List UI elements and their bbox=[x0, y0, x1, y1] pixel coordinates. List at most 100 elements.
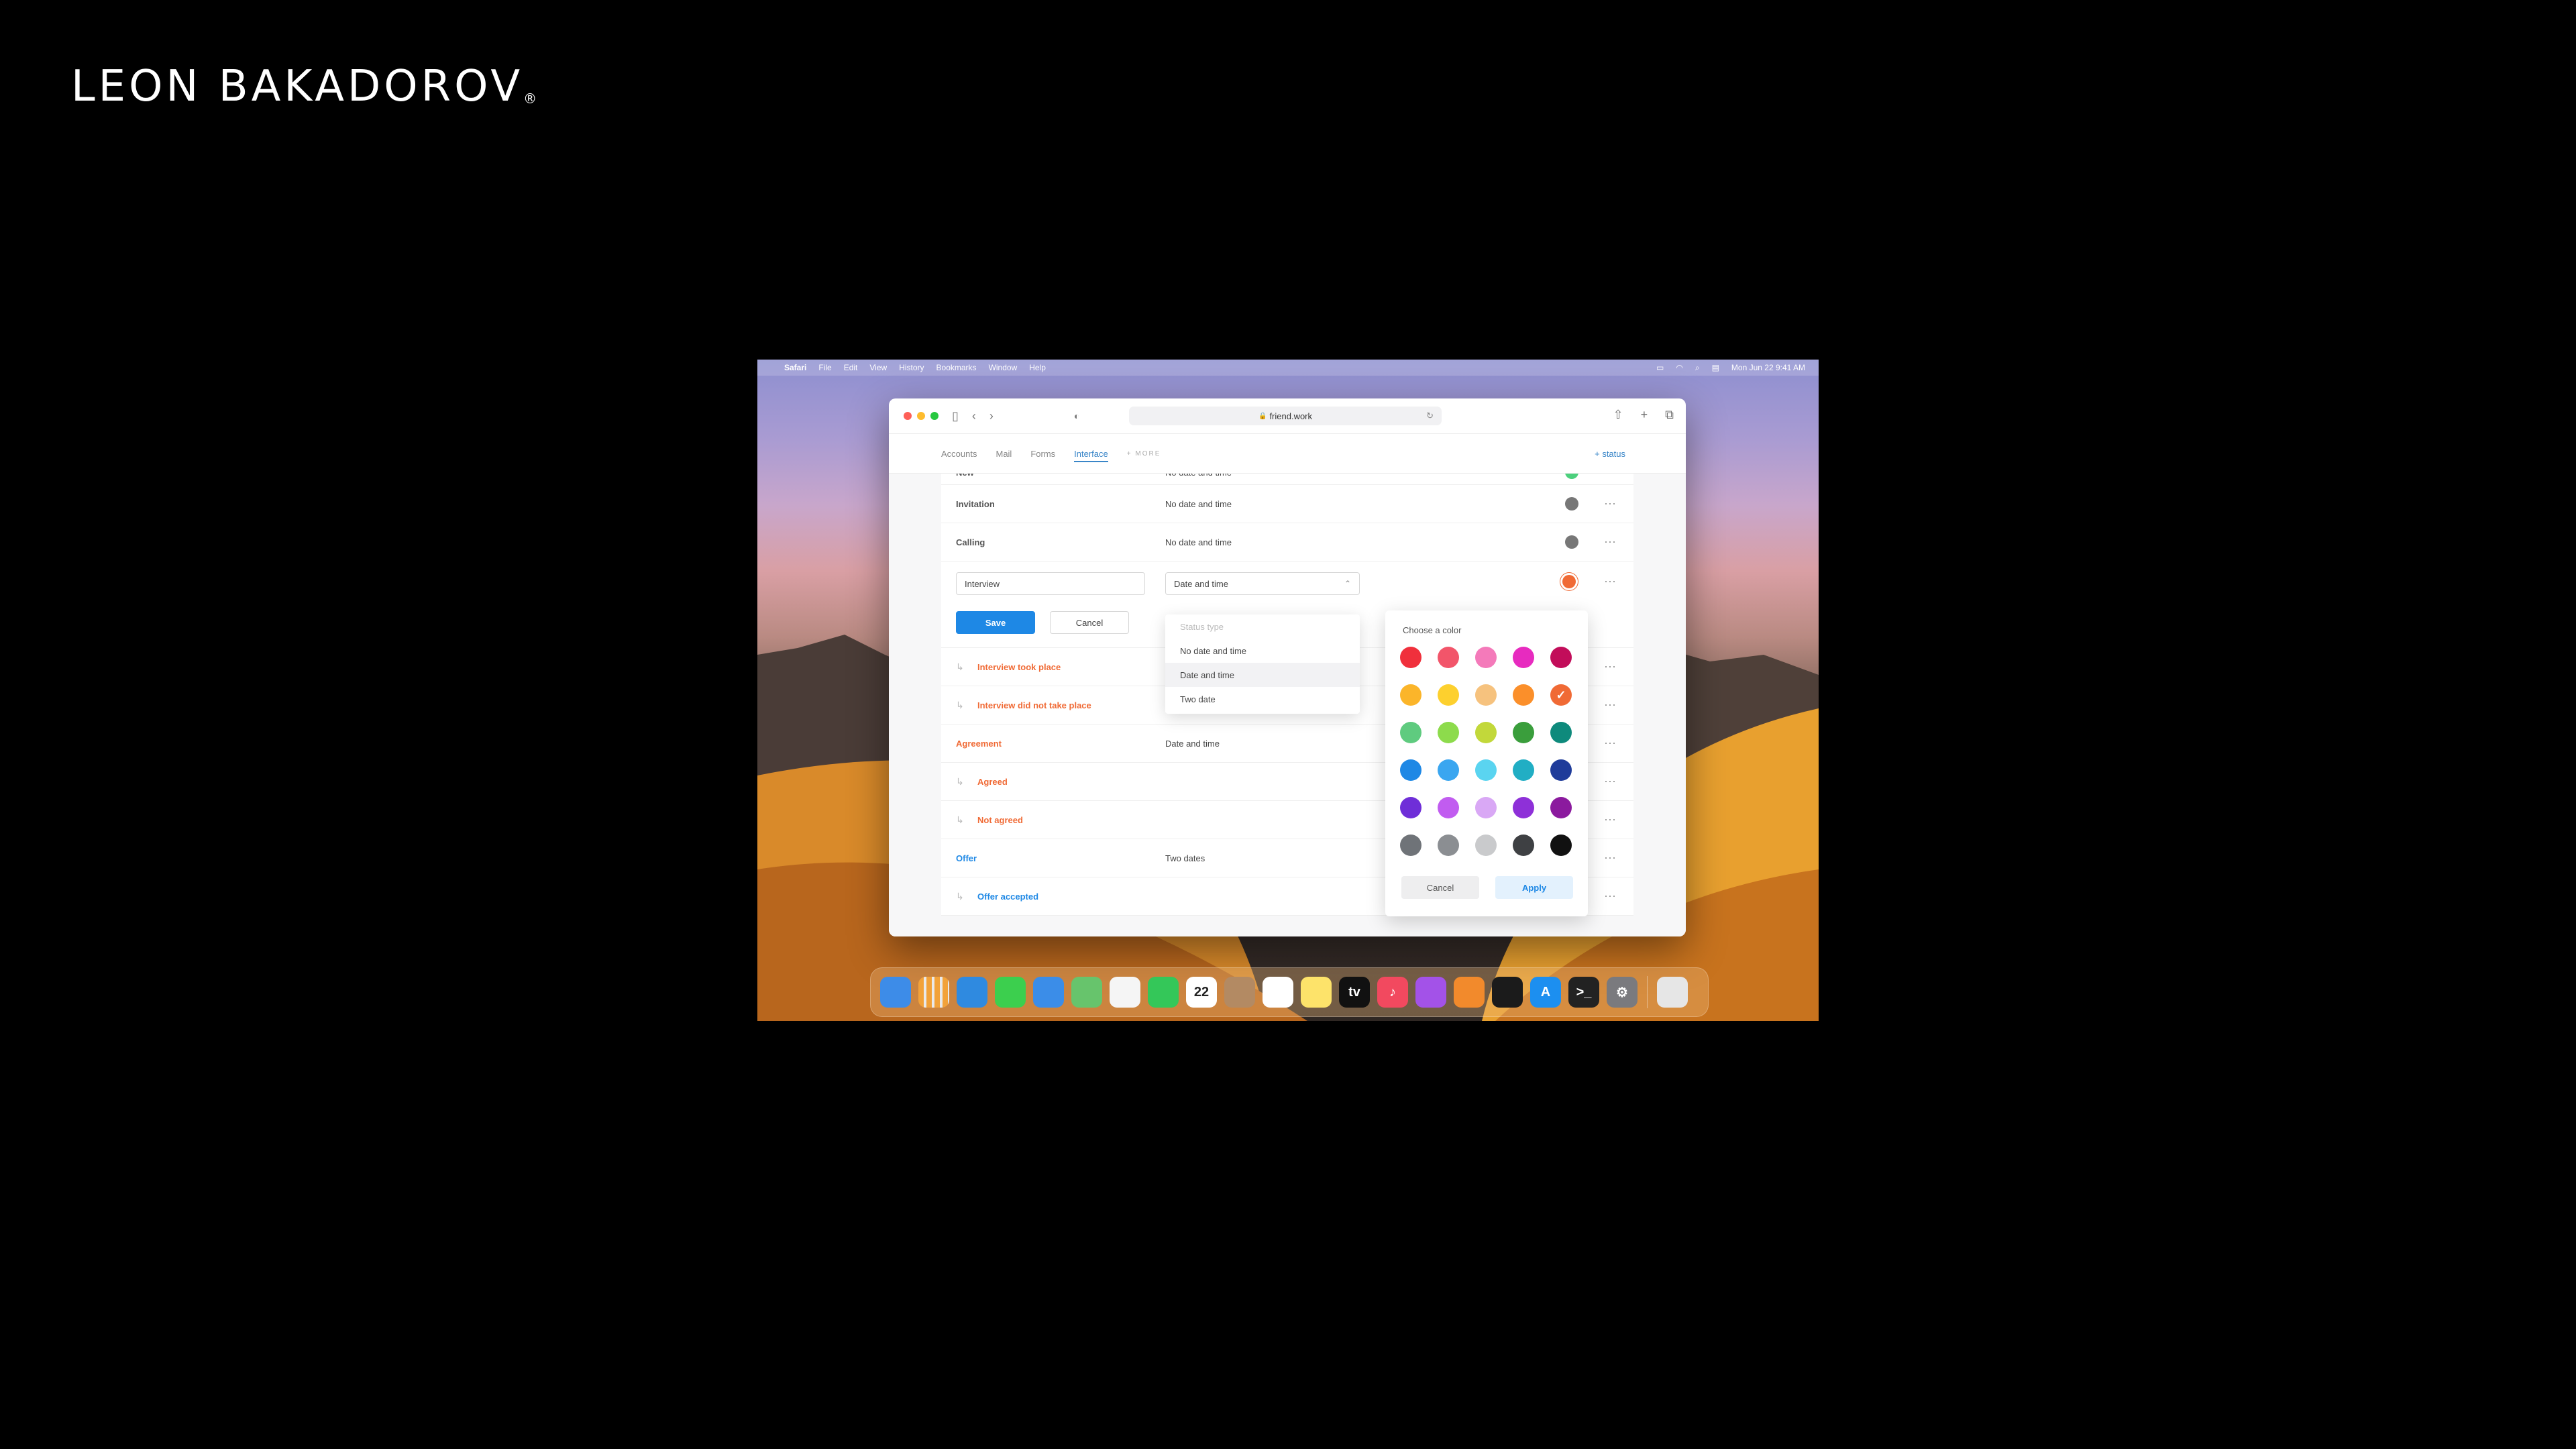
color-swatch[interactable] bbox=[1400, 684, 1421, 706]
more-icon[interactable]: ⋯ bbox=[1604, 737, 1617, 751]
status-color-dot[interactable] bbox=[1565, 535, 1578, 549]
status-type-select[interactable]: Date and time ⌃ bbox=[1165, 572, 1360, 595]
color-swatch[interactable] bbox=[1513, 684, 1534, 706]
dock-messages-icon[interactable] bbox=[995, 977, 1026, 1008]
dock-podcasts-icon[interactable] bbox=[1415, 977, 1446, 1008]
dock-safari-icon[interactable] bbox=[957, 977, 987, 1008]
status-color-dot[interactable] bbox=[1562, 575, 1576, 588]
color-swatch[interactable] bbox=[1438, 797, 1459, 818]
add-status-button[interactable]: + status bbox=[1595, 434, 1625, 473]
new-tab-icon[interactable]: + bbox=[1641, 408, 1648, 422]
spotlight-icon[interactable]: ⌕ bbox=[1695, 363, 1700, 373]
privacy-icon[interactable]: ◐ bbox=[1074, 411, 1079, 421]
color-swatch[interactable] bbox=[1550, 797, 1572, 818]
color-swatch[interactable] bbox=[1513, 722, 1534, 743]
menu-edit[interactable]: Edit bbox=[844, 363, 858, 372]
save-button[interactable]: Save bbox=[956, 611, 1035, 634]
color-swatch[interactable]: ✓ bbox=[1550, 684, 1572, 706]
color-swatch[interactable] bbox=[1400, 722, 1421, 743]
more-icon[interactable]: ⋯ bbox=[1604, 813, 1617, 827]
back-icon[interactable]: ‹ bbox=[972, 409, 976, 423]
minimize-window-button[interactable] bbox=[917, 412, 925, 420]
status-name-input[interactable]: Interview bbox=[956, 572, 1145, 595]
menu-file[interactable]: File bbox=[818, 363, 831, 372]
more-icon[interactable]: ⋯ bbox=[1604, 851, 1617, 865]
dock-mail-icon[interactable] bbox=[1033, 977, 1064, 1008]
dock-facetime-icon[interactable] bbox=[1148, 977, 1179, 1008]
color-swatch[interactable] bbox=[1475, 684, 1497, 706]
more-icon[interactable]: ⋯ bbox=[1604, 575, 1617, 589]
dock-maps-icon[interactable] bbox=[1071, 977, 1102, 1008]
control-center-icon[interactable]: ▤ bbox=[1712, 363, 1719, 372]
picker-cancel-button[interactable]: Cancel bbox=[1401, 876, 1479, 899]
dock-trash-icon[interactable] bbox=[1657, 977, 1688, 1008]
close-window-button[interactable] bbox=[904, 412, 912, 420]
color-swatch[interactable] bbox=[1550, 647, 1572, 668]
tabs-overview-icon[interactable]: ⧉ bbox=[1665, 408, 1674, 422]
color-swatch[interactable] bbox=[1513, 647, 1534, 668]
dock-tv-icon[interactable]: tv bbox=[1339, 977, 1370, 1008]
dock-voice-memos-icon[interactable] bbox=[1492, 977, 1523, 1008]
color-swatch[interactable] bbox=[1475, 759, 1497, 781]
wifi-icon[interactable]: ◠ bbox=[1676, 363, 1682, 372]
dock-system-preferences-icon[interactable]: ⚙ bbox=[1607, 977, 1638, 1008]
menu-bookmarks[interactable]: Bookmarks bbox=[936, 363, 977, 372]
dropdown-option[interactable]: Two date bbox=[1165, 687, 1360, 711]
color-swatch[interactable] bbox=[1475, 797, 1497, 818]
color-swatch[interactable] bbox=[1400, 797, 1421, 818]
menu-help[interactable]: Help bbox=[1029, 363, 1046, 372]
tab-mail[interactable]: Mail bbox=[996, 434, 1012, 473]
more-icon[interactable]: ⋯ bbox=[1604, 535, 1617, 549]
zoom-window-button[interactable] bbox=[930, 412, 938, 420]
color-swatch[interactable] bbox=[1475, 835, 1497, 856]
address-bar[interactable]: 🔒 friend.work ↻ bbox=[1129, 407, 1442, 425]
color-swatch[interactable] bbox=[1438, 684, 1459, 706]
more-icon[interactable]: ⋯ bbox=[1604, 660, 1617, 674]
forward-icon[interactable]: › bbox=[989, 409, 994, 423]
tab-more[interactable]: + MORE bbox=[1127, 434, 1161, 473]
more-icon[interactable]: ⋯ bbox=[1604, 698, 1617, 712]
dock-books-icon[interactable] bbox=[1454, 977, 1485, 1008]
dock-reminders-icon[interactable] bbox=[1263, 977, 1293, 1008]
list-item[interactable]: Invitation No date and time ⋯ bbox=[941, 485, 1633, 523]
color-swatch[interactable] bbox=[1513, 835, 1534, 856]
color-swatch[interactable] bbox=[1550, 759, 1572, 781]
menu-clock[interactable]: Mon Jun 22 9:41 AM bbox=[1731, 363, 1805, 372]
status-color-dot[interactable] bbox=[1565, 497, 1578, 511]
color-swatch[interactable] bbox=[1475, 647, 1497, 668]
tab-forms[interactable]: Forms bbox=[1030, 434, 1055, 473]
cancel-button[interactable]: Cancel bbox=[1050, 611, 1129, 634]
dock-photos-icon[interactable] bbox=[1110, 977, 1140, 1008]
tab-interface[interactable]: Interface bbox=[1074, 434, 1108, 473]
more-icon[interactable]: ⋯ bbox=[1604, 890, 1617, 904]
more-icon[interactable]: ⋯ bbox=[1604, 497, 1617, 511]
dock-app-store-icon[interactable]: A bbox=[1530, 977, 1561, 1008]
tab-accounts[interactable]: Accounts bbox=[941, 434, 977, 473]
sidebar-icon[interactable]: ▯ bbox=[952, 409, 959, 423]
dropdown-option[interactable]: No date and time bbox=[1165, 639, 1360, 663]
share-icon[interactable]: ⇧ bbox=[1613, 408, 1623, 422]
picker-apply-button[interactable]: Apply bbox=[1495, 876, 1573, 899]
color-swatch[interactable] bbox=[1438, 835, 1459, 856]
reload-icon[interactable]: ↻ bbox=[1426, 411, 1434, 421]
list-item[interactable]: Calling No date and time ⋯ bbox=[941, 523, 1633, 561]
color-swatch[interactable] bbox=[1400, 835, 1421, 856]
color-swatch[interactable] bbox=[1550, 722, 1572, 743]
dock-music-icon[interactable]: ♪ bbox=[1377, 977, 1408, 1008]
color-swatch[interactable] bbox=[1400, 759, 1421, 781]
color-swatch[interactable] bbox=[1438, 647, 1459, 668]
color-swatch[interactable] bbox=[1475, 722, 1497, 743]
dock-terminal-icon[interactable]: >_ bbox=[1568, 977, 1599, 1008]
dock-contacts-icon[interactable] bbox=[1224, 977, 1255, 1008]
battery-icon[interactable]: ▭ bbox=[1656, 363, 1664, 372]
dock-notes-icon[interactable] bbox=[1301, 977, 1332, 1008]
dropdown-option[interactable]: Date and time bbox=[1165, 663, 1360, 687]
color-swatch[interactable] bbox=[1513, 759, 1534, 781]
more-icon[interactable]: ⋯ bbox=[1604, 775, 1617, 789]
menu-view[interactable]: View bbox=[869, 363, 887, 372]
menu-history[interactable]: History bbox=[899, 363, 924, 372]
dock-finder-icon[interactable] bbox=[880, 977, 911, 1008]
menu-safari[interactable]: Safari bbox=[784, 363, 806, 372]
color-swatch[interactable] bbox=[1513, 797, 1534, 818]
menu-window[interactable]: Window bbox=[989, 363, 1018, 372]
